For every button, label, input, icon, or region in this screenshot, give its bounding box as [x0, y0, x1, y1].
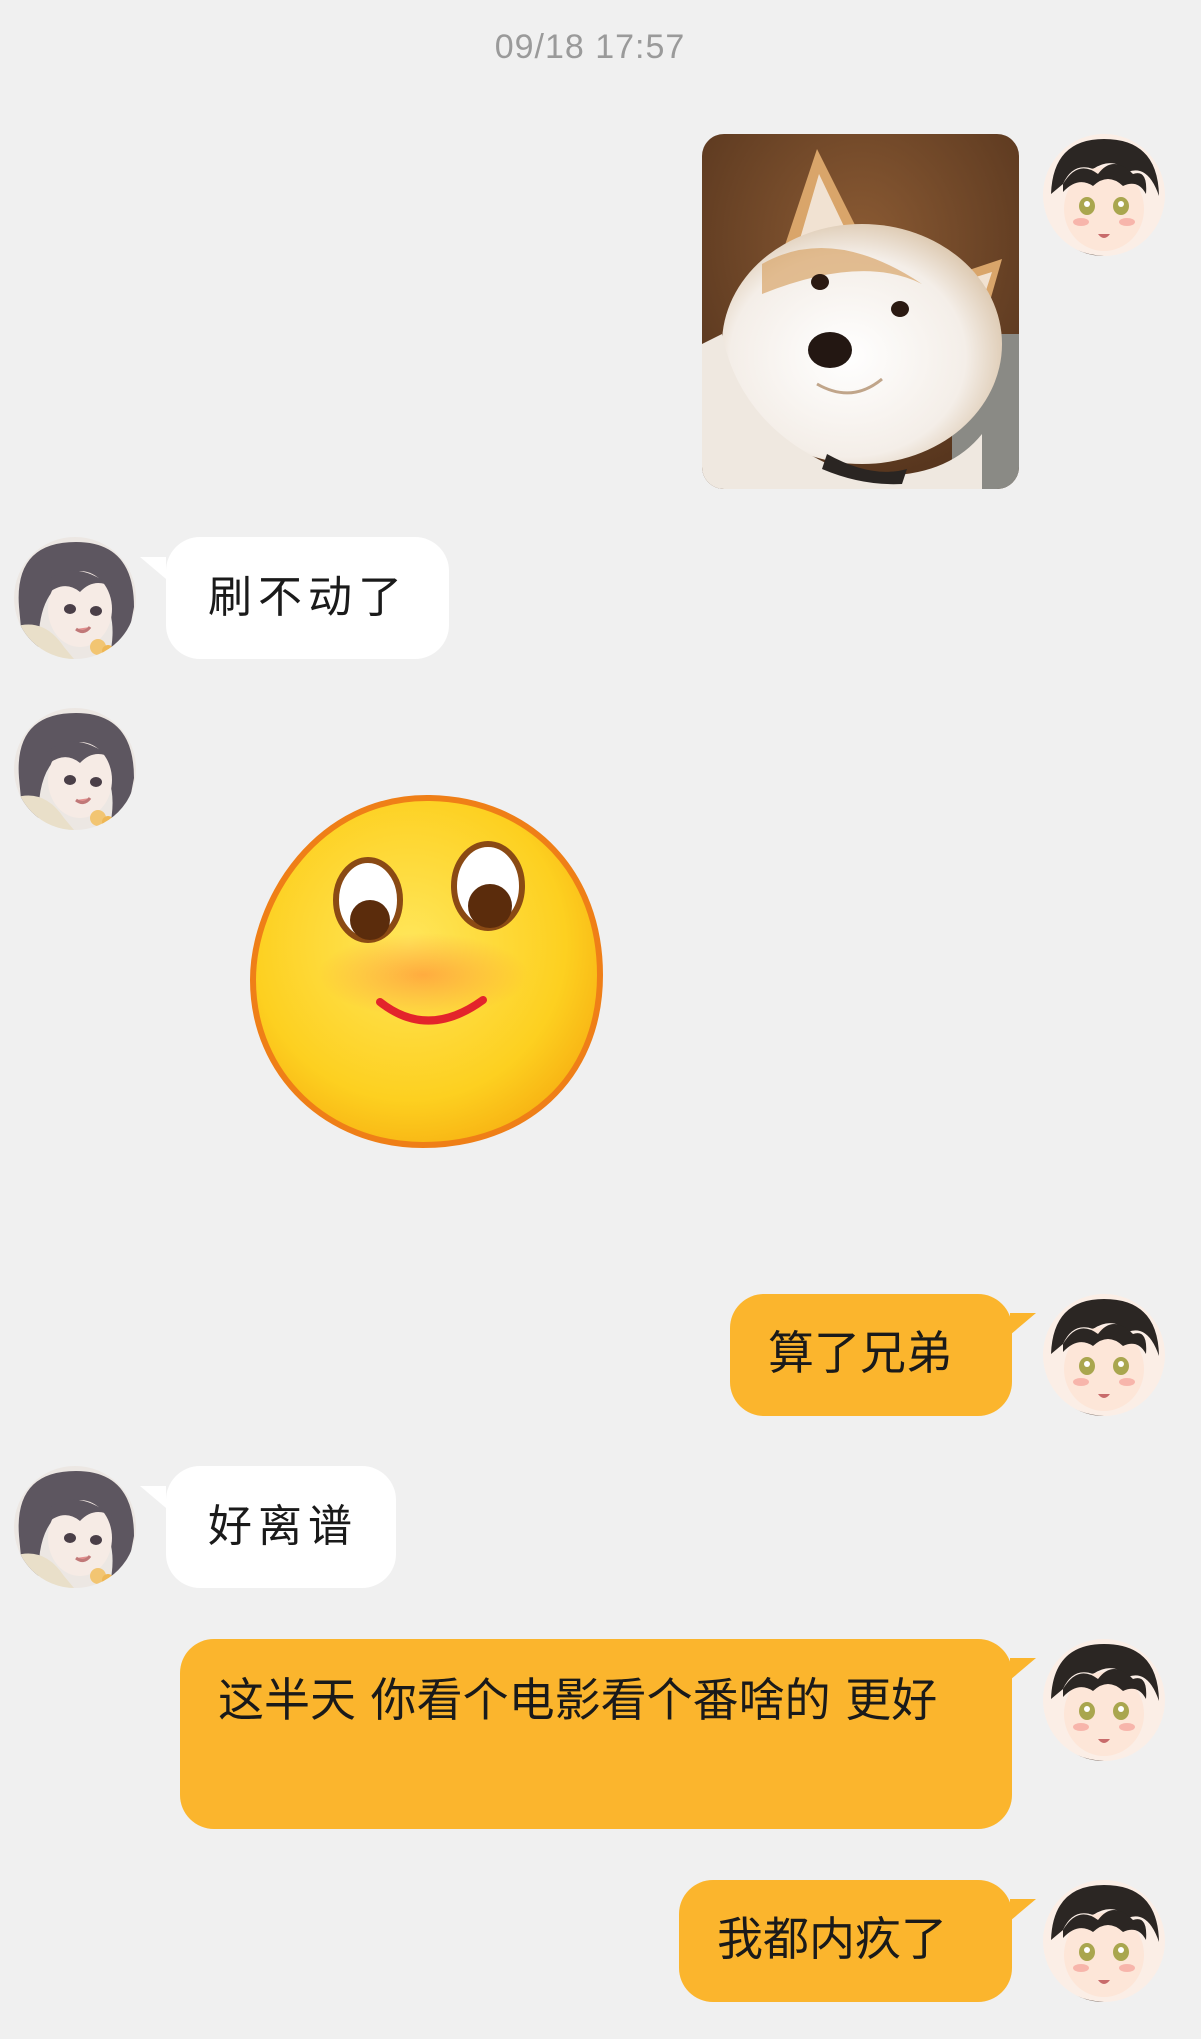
my-message-bubble[interactable]: 算了兄弟 — [730, 1294, 1012, 1416]
message-text: 我都内疚了 — [717, 1912, 947, 1966]
shiba-inu-photo[interactable] — [702, 134, 1019, 489]
my-avatar[interactable] — [1043, 1880, 1165, 2002]
my-avatar[interactable] — [1043, 1639, 1165, 1761]
my-message-bubble[interactable]: 这半天 你看个电影看个番啥的 更好 — [180, 1639, 1012, 1829]
message-text: 刷不动了 — [208, 572, 408, 623]
friend-bubble-tail — [140, 557, 166, 579]
my-avatar[interactable] — [1043, 134, 1165, 256]
friend-avatar[interactable] — [14, 537, 136, 659]
friend-bubble-tail — [140, 1486, 166, 1508]
friend-message-bubble[interactable]: 刷不动了 — [166, 537, 449, 659]
message-text: 好离谱 — [208, 1501, 358, 1552]
anime-boy-avatar-icon — [1043, 1880, 1165, 2002]
anime-girl-avatar-icon — [14, 1466, 136, 1588]
friend-avatar[interactable] — [14, 708, 136, 830]
shiba-inu-image — [702, 134, 1019, 489]
my-bubble-tail — [1010, 1658, 1036, 1680]
anime-boy-avatar-icon — [1043, 134, 1165, 256]
my-bubble-tail — [1010, 1313, 1036, 1335]
message-text: 算了兄弟 — [768, 1326, 952, 1380]
message-text: 这半天 你看个电影看个番啥的 更好 — [218, 1673, 938, 1727]
smiley-face-icon — [249, 794, 604, 1149]
my-bubble-tail — [1010, 1899, 1036, 1921]
anime-boy-avatar-icon — [1043, 1294, 1165, 1416]
my-avatar[interactable] — [1043, 1294, 1165, 1416]
anime-boy-avatar-icon — [1043, 1639, 1165, 1761]
anime-girl-avatar-icon — [14, 537, 136, 659]
my-message-bubble[interactable]: 我都内疚了 — [679, 1880, 1012, 2002]
message-timestamp: 09/18 17:57 — [494, 28, 686, 66]
friend-message-bubble[interactable]: 好离谱 — [166, 1466, 396, 1588]
smiling-face-sticker[interactable] — [248, 790, 608, 1155]
anime-girl-avatar-icon — [14, 708, 136, 830]
friend-avatar[interactable] — [14, 1466, 136, 1588]
